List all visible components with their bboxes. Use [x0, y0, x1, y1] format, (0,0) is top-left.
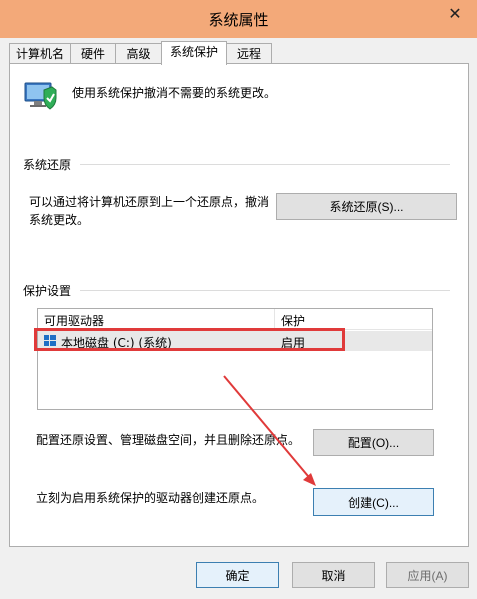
tab-hardware[interactable]: 硬件 — [70, 43, 116, 65]
tab-remote[interactable]: 远程 — [226, 43, 272, 65]
restore-description-line2: 系统更改。 — [29, 213, 90, 227]
close-icon[interactable]: ✕ — [440, 3, 470, 25]
annotation-highlight-box — [34, 328, 345, 351]
column-separator — [274, 309, 275, 329]
system-restore-button[interactable]: 系统还原(S)... — [276, 193, 457, 220]
configure-button[interactable]: 配置(O)... — [313, 429, 434, 456]
protection-group-label: 保护设置 — [23, 284, 72, 298]
configure-text: 配置还原设置、管理磁盘空间，并且删除还原点。 — [36, 433, 301, 447]
ok-button[interactable]: 确定 — [196, 562, 279, 588]
column-header-protection[interactable]: 保护 — [281, 312, 305, 329]
tab-system-protection[interactable]: 系统保护 — [161, 41, 227, 65]
computer-shield-icon — [22, 78, 58, 114]
window-title: 系统属性 — [208, 11, 269, 29]
system-protection-panel — [9, 63, 469, 547]
apply-button[interactable]: 应用(A) — [386, 562, 469, 588]
protection-group-divider — [80, 290, 450, 291]
restore-description-line1: 可以通过将计算机还原到上一个还原点，撤消 — [29, 195, 270, 209]
drives-list[interactable]: 可用驱动器 保护 本地磁盘 (C:) (系统) 启用 — [37, 308, 433, 410]
tab-advanced[interactable]: 高级 — [115, 43, 162, 65]
create-text: 立刻为启用系统保护的驱动器创建还原点。 — [36, 491, 265, 505]
intro-text: 使用系统保护撤消不需要的系统更改。 — [72, 86, 277, 100]
list-header: 可用驱动器 保护 — [38, 309, 432, 330]
tab-computer-name[interactable]: 计算机名 — [9, 43, 71, 65]
column-header-drive[interactable]: 可用驱动器 — [44, 312, 104, 329]
create-button[interactable]: 创建(C)... — [313, 488, 434, 516]
title-bar: 系统属性 ✕ — [0, 0, 477, 38]
cancel-button[interactable]: 取消 — [292, 562, 375, 588]
restore-group-label: 系统还原 — [23, 158, 72, 172]
restore-group-divider — [80, 164, 450, 165]
